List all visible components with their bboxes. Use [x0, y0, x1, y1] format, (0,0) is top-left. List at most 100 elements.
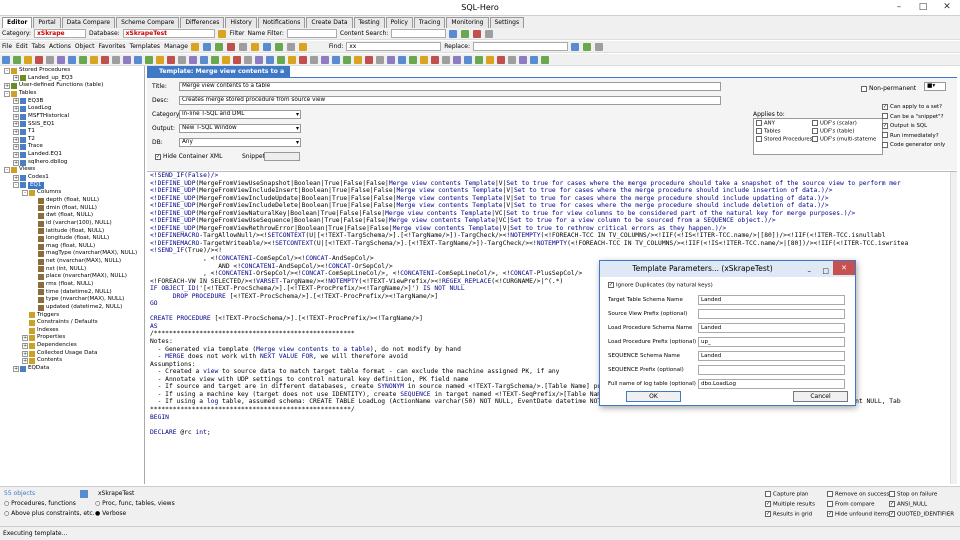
toolbar-icon[interactable]	[508, 55, 516, 64]
menu-actions[interactable]: Actions	[49, 43, 71, 50]
menu-edit[interactable]: Edit	[16, 43, 28, 50]
collapse-icon[interactable]: -	[4, 167, 10, 174]
tab-create-data[interactable]: Create Data	[306, 17, 353, 28]
tree-node[interactable]: + MSFTHistorical	[0, 113, 144, 121]
toolbar-icon[interactable]	[365, 55, 373, 64]
tree-node[interactable]: nst (int, NULL)	[0, 266, 144, 274]
save-icon[interactable]	[202, 42, 211, 51]
expand-icon[interactable]: +	[13, 128, 19, 135]
tree-node[interactable]: Constraints / Defaults	[0, 319, 144, 327]
expand-icon[interactable]: +	[4, 83, 10, 90]
scope-proc-udfs-radio[interactable]: ○ Proc, func, tables, views	[95, 500, 175, 507]
applies-option[interactable]: ANY	[756, 120, 812, 128]
run-option[interactable]: Stop on failure	[889, 491, 937, 498]
option-checkbox[interactable]	[882, 141, 888, 148]
toolbar-icon[interactable]	[46, 55, 54, 64]
refresh-icon[interactable]	[461, 29, 470, 38]
toolbar-icon[interactable]	[68, 55, 76, 64]
toolbar-icon[interactable]	[134, 55, 142, 64]
toolbar-icon[interactable]	[233, 55, 241, 64]
toolbar-icon[interactable]	[299, 55, 307, 64]
toolbar-icon[interactable]	[332, 55, 340, 64]
applies-option[interactable]: UDF's (table)	[812, 128, 876, 136]
expand-icon[interactable]: +	[13, 106, 19, 113]
param-input[interactable]: Landed	[698, 351, 845, 361]
template-option[interactable]: ✓ Output is SQL	[882, 122, 945, 132]
template-option[interactable]: Run immediately?	[882, 132, 945, 142]
paste-icon[interactable]	[250, 42, 259, 51]
toolbar-icon[interactable]	[167, 55, 175, 64]
folder-icon[interactable]	[190, 42, 199, 51]
replace-icon[interactable]	[583, 42, 591, 51]
non-permanent-checkbox[interactable]: Non-permanent	[861, 85, 916, 92]
dialog-minimize-icon[interactable]: –	[808, 263, 812, 279]
param-input[interactable]: up_	[698, 337, 845, 347]
param-input[interactable]: Landed	[698, 295, 845, 305]
param-input[interactable]: Landed	[698, 323, 845, 333]
execute-icon[interactable]	[214, 42, 223, 51]
tab-policy[interactable]: Policy	[385, 17, 413, 28]
toolbar-icon[interactable]	[2, 55, 10, 64]
tab-editor[interactable]: Editor	[2, 17, 33, 28]
ok-button[interactable]: OK	[626, 391, 681, 402]
expand-icon[interactable]: +	[13, 151, 19, 158]
menu-manage[interactable]: Manage	[164, 43, 188, 50]
title-input[interactable]: Merge view contents to a table	[179, 82, 721, 91]
tree-node[interactable]: dmin (float, NULL)	[0, 205, 144, 213]
tree-node[interactable]: - Columns	[0, 189, 144, 197]
tab-testing[interactable]: Testing	[353, 17, 385, 28]
option-checkbox[interactable]	[882, 113, 888, 119]
tree-node[interactable]: latitude (float, NULL)	[0, 227, 144, 235]
toolbar-icon[interactable]	[90, 55, 98, 64]
category-dropdown[interactable]: In-line T-SQL and DML	[179, 110, 301, 119]
tree-node[interactable]: net (nvarchar(MAX), NULL)	[0, 258, 144, 266]
content-search-input[interactable]	[391, 29, 447, 38]
toolbar-icon[interactable]	[321, 55, 329, 64]
tree-node[interactable]: + EQData	[0, 365, 144, 373]
stop-icon[interactable]	[473, 29, 482, 38]
toolbar-icon[interactable]	[244, 55, 252, 64]
applies-option[interactable]: UDF's (scalar)	[812, 120, 876, 128]
tree-node[interactable]: - EQ1	[0, 181, 144, 190]
menu-templates[interactable]: Templates	[130, 43, 161, 50]
param-input[interactable]: dbo.LoadLog	[698, 379, 845, 389]
verbose-radio[interactable]: ● Verbose	[95, 510, 126, 517]
toolbar-icon[interactable]	[420, 55, 428, 64]
toolbar-icon[interactable]	[310, 55, 318, 64]
tree-node[interactable]: + Codes1	[0, 174, 144, 182]
collapse-icon[interactable]: -	[4, 67, 10, 74]
toolbar-icon[interactable]	[112, 55, 120, 64]
tab-notifications[interactable]: Notifications	[257, 17, 306, 28]
tab-monitoring[interactable]: Monitoring	[446, 17, 489, 28]
dialog-maximize-icon[interactable]: □	[822, 263, 829, 279]
toolbar-icon[interactable]	[530, 55, 538, 64]
toolbar-icon[interactable]	[277, 55, 285, 64]
run-option-checkbox[interactable]: ✓	[765, 511, 771, 517]
applies-checkbox[interactable]	[756, 136, 762, 142]
toolbar-icon[interactable]	[57, 55, 65, 64]
collapse-icon[interactable]: -	[22, 190, 28, 197]
applies-option[interactable]: Tables	[756, 128, 812, 136]
expand-icon[interactable]: +	[13, 159, 19, 166]
expand-icon[interactable]: +	[22, 335, 28, 342]
run-option[interactable]: From compare	[827, 501, 875, 508]
template-doc-tab[interactable]: Template: Merge view contents to a table…	[147, 66, 290, 86]
toolbar-icon[interactable]	[442, 55, 450, 64]
cancel-button[interactable]: Cancel	[793, 391, 848, 402]
applies-checkbox[interactable]	[812, 136, 818, 142]
tab-differences[interactable]: Differences	[180, 17, 225, 28]
option-checkbox[interactable]: ✓	[882, 122, 888, 129]
scope-procedures-radio[interactable]: ○ Procedures, functions	[4, 500, 76, 507]
expand-icon[interactable]: +	[13, 98, 19, 105]
tab-history[interactable]: History	[225, 17, 257, 28]
tree-node[interactable]: depth (float, NULL)	[0, 197, 144, 205]
toolbar-icon[interactable]	[255, 55, 263, 64]
expand-icon[interactable]: +	[22, 358, 28, 365]
replace-input[interactable]	[473, 42, 568, 51]
toolbar-icon[interactable]	[79, 55, 87, 64]
toolbar-icon[interactable]	[541, 55, 549, 64]
tree-node[interactable]: + T1	[0, 128, 144, 136]
applies-checkbox[interactable]	[812, 128, 818, 134]
toolbar-icon[interactable]	[409, 55, 417, 64]
menu-favorites[interactable]: Favorites	[98, 43, 125, 50]
